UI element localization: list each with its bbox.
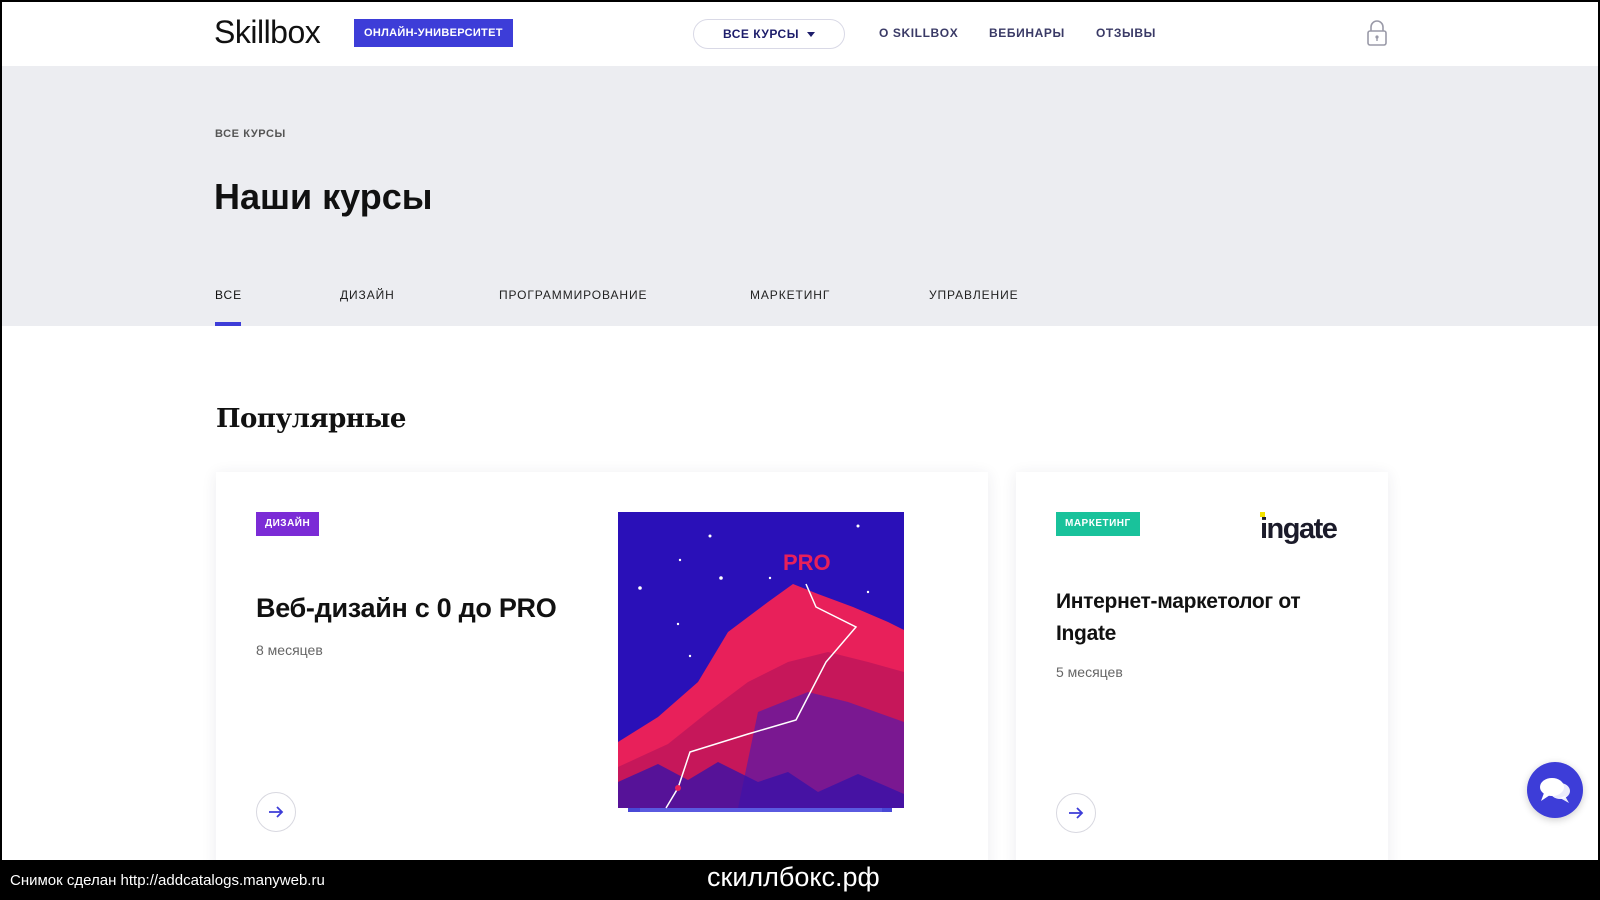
tab-programming[interactable]: ПРОГРАММИРОВАНИЕ [499, 288, 647, 302]
lock-icon[interactable] [1366, 20, 1388, 46]
page-frame: Skillbox ОНЛАЙН-УНИВЕРСИТЕТ ВСЕ КУРСЫ О … [0, 0, 1600, 860]
tab-marketing[interactable]: МАРКЕТИНГ [750, 288, 830, 302]
chat-icon [1540, 778, 1570, 803]
course-card[interactable]: ДИЗАЙН Веб-дизайн с 0 до PRO 8 месяцев P… [216, 472, 988, 860]
ingate-logo: ingate [1260, 512, 1339, 545]
active-tab-indicator [215, 322, 241, 326]
tab-management[interactable]: УПРАВЛЕНИЕ [929, 288, 1019, 302]
all-courses-label: ВСЕ КУРСЫ [723, 27, 799, 41]
chat-button[interactable] [1527, 762, 1583, 818]
snapshot-footer: Снимок сделан http://addcatalogs.manyweb… [0, 860, 1600, 900]
tab-design[interactable]: ДИЗАЙН [340, 288, 395, 302]
university-badge: ОНЛАЙН-УНИВЕРСИТЕТ [354, 19, 513, 47]
category-tag: МАРКЕТИНГ [1056, 512, 1140, 536]
breadcrumb[interactable]: ВСЕ КУРСЫ [215, 128, 286, 140]
nav-reviews[interactable]: ОТЗЫВЫ [1096, 26, 1156, 40]
category-tag: ДИЗАЙН [256, 512, 320, 536]
svg-text:ingate: ingate [1260, 513, 1338, 545]
all-courses-dropdown[interactable]: ВСЕ КУРСЫ [693, 19, 845, 49]
nav-about[interactable]: О SKILLBOX [879, 26, 958, 40]
art-pro-label: PRO [783, 550, 831, 575]
domain-caption: скиллбокс.рф [707, 862, 880, 892]
open-course-button[interactable] [1056, 793, 1096, 833]
top-header: Skillbox ОНЛАЙН-УНИВЕРСИТЕТ ВСЕ КУРСЫ О … [2, 2, 1598, 66]
course-duration: 5 месяцев [1056, 664, 1123, 680]
course-duration: 8 месяцев [256, 642, 323, 658]
course-title[interactable]: Веб-дизайн с 0 до PRO [256, 592, 557, 624]
arrow-right-icon [269, 806, 284, 818]
course-title[interactable]: Интернет-маркетолог от Ingate [1056, 586, 1301, 650]
course-title-line: Ingate [1056, 622, 1117, 645]
skillbox-logo[interactable]: Skillbox [214, 14, 321, 51]
snapshot-caption: Снимок сделан http://addcatalogs.manyweb… [10, 872, 325, 889]
course-illustration: PRO [618, 512, 904, 812]
caret-down-icon [806, 31, 815, 37]
tab-all[interactable]: ВСЕ [215, 288, 242, 302]
course-title-line: Интернет-маркетолог от [1056, 590, 1301, 613]
page-title: Наши курсы [214, 176, 433, 217]
section-title: Популярные [216, 404, 406, 434]
course-card[interactable]: МАРКЕТИНГ ingate Интернет-маркетолог от … [1016, 472, 1388, 860]
nav-webinars[interactable]: ВЕБИНАРЫ [989, 26, 1065, 40]
arrow-right-icon [1069, 807, 1084, 819]
hero-section: ВСЕ КУРСЫ Наши курсы ВСЕ ДИЗАЙН ПРОГРАММ… [2, 66, 1598, 326]
open-course-button[interactable] [256, 792, 296, 832]
